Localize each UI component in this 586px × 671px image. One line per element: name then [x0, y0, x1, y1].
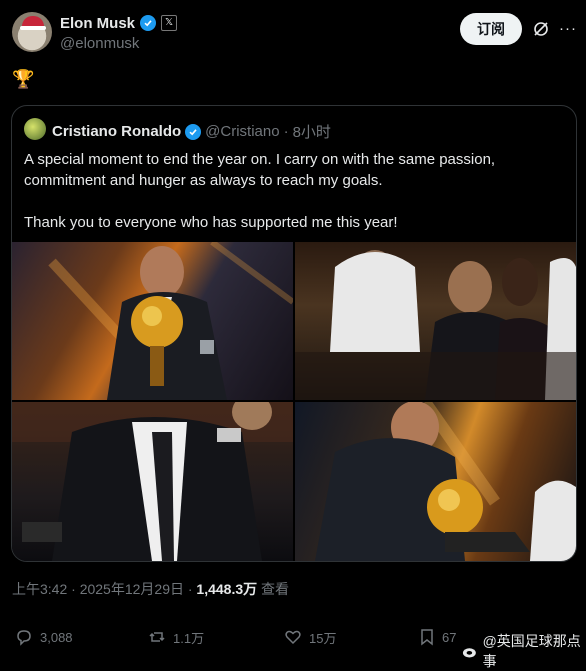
repost-button[interactable]: 1.1万: [147, 627, 204, 647]
bookmark-button[interactable]: 67: [418, 627, 456, 647]
reply-count: 3,088: [40, 629, 73, 645]
quote-header: Cristiano Ronaldo @Cristiano · 8小时: [52, 121, 331, 142]
quote-author-handle: @Cristiano: [205, 123, 280, 140]
quote-separator: ·: [283, 123, 289, 140]
quote-paragraph: Thank you to everyone who has supported …: [24, 214, 398, 231]
bookmark-icon: [421, 629, 433, 646]
media-photo[interactable]: [12, 242, 293, 400]
heart-icon: [285, 630, 301, 645]
like-button[interactable]: 15万: [283, 627, 336, 647]
grok-icon[interactable]: [532, 20, 550, 38]
watermark: @英国足球那点事: [462, 631, 586, 671]
media-photo[interactable]: [295, 242, 576, 400]
weibo-icon: [462, 648, 476, 658]
quote-time[interactable]: 8小时: [293, 121, 331, 142]
tweet-timestamp[interactable]: 上午3:42 · 2025年12月29日 ·: [12, 581, 193, 597]
x-affiliate-icon: 𝕏: [161, 15, 178, 31]
tweet-meta: 上午3:42 · 2025年12月29日 · 1,448.3万 查看: [12, 579, 289, 599]
quote-paragraph: A special moment to end the year on. I c…: [24, 151, 496, 189]
author-row: Elon Musk 𝕏: [60, 13, 178, 33]
quoted-tweet[interactable]: Cristiano Ronaldo @Cristiano · 8小时 A spe…: [11, 105, 577, 562]
repost-icon: [149, 632, 165, 642]
author-handle[interactable]: @elonmusk: [60, 35, 139, 52]
view-count: 1,448.3万: [196, 581, 258, 597]
like-count: 15万: [309, 630, 337, 646]
tweet-text: 🏆: [12, 69, 35, 89]
more-icon[interactable]: ···: [559, 20, 577, 37]
bookmark-count: 67: [442, 629, 457, 645]
quote-avatar[interactable]: [24, 118, 46, 140]
subscribe-button[interactable]: 订阅: [460, 13, 522, 45]
avatar[interactable]: [12, 12, 52, 52]
verified-icon: [140, 15, 157, 31]
reply-button[interactable]: 3,088: [14, 627, 73, 647]
reply-icon: [17, 630, 31, 646]
author-name[interactable]: Elon Musk: [60, 15, 135, 32]
media-grid: [12, 242, 576, 561]
quote-body: A special moment to end the year on. I c…: [24, 149, 564, 233]
media-photo[interactable]: [295, 402, 576, 561]
repost-count: 1.1万: [173, 630, 205, 646]
quote-author-name[interactable]: Cristiano Ronaldo: [52, 123, 181, 140]
verified-icon: [185, 123, 202, 140]
watermark-text: @英国足球那点事: [482, 633, 581, 669]
media-photo[interactable]: [12, 402, 293, 561]
view-label: 查看: [261, 581, 290, 597]
